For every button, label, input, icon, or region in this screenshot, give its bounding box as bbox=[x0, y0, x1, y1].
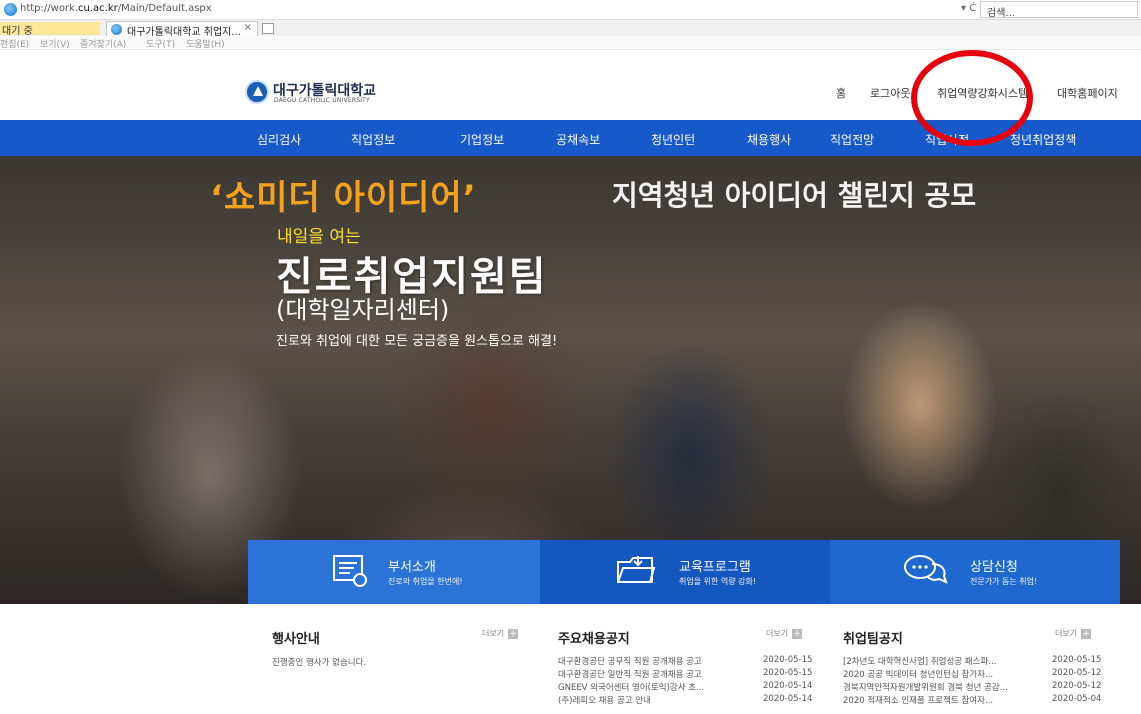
url-domain: cu.ac.kr bbox=[78, 3, 118, 14]
nav-job-outlook[interactable]: 직업전망 bbox=[830, 131, 874, 148]
quick-dept-sub: 진로와 취업을 한번에! bbox=[388, 577, 463, 586]
quick-edu-title: 교육프로그램 bbox=[679, 560, 751, 575]
menu-tools[interactable]: 도구(T) bbox=[146, 37, 175, 50]
quick-edu-program[interactable]: 교육프로그램 취업을 위한 역량 강화! bbox=[540, 540, 830, 604]
events-more-button[interactable]: 더보기 + bbox=[482, 628, 519, 639]
chat-icon bbox=[904, 555, 948, 584]
quick-dept-title: 부서소개 bbox=[388, 560, 436, 575]
plus-icon: + bbox=[792, 628, 803, 639]
browser-icon bbox=[4, 3, 17, 16]
browser-search-input[interactable]: 검색... bbox=[980, 1, 1138, 19]
quick-counsel-sub: 전문가가 돕는 취업! bbox=[970, 577, 1038, 586]
tab-active[interactable]: 대구가톨릭대학교 취업지... × bbox=[106, 21, 258, 38]
nav-youth-intern[interactable]: 청년인턴 bbox=[651, 131, 695, 148]
jobs-more-button[interactable]: 더보기 + bbox=[766, 628, 803, 639]
employment-system-link[interactable]: 취업역량강화시스템 bbox=[937, 85, 1028, 101]
notices-row[interactable]: [2차년도 대학혁신사업] 취업성공 패스파... bbox=[843, 655, 996, 667]
university-homepage-link[interactable]: 대학홈페이지 bbox=[1057, 85, 1118, 101]
menu-view[interactable]: 보기(V) bbox=[40, 37, 70, 50]
nav-job-info[interactable]: 직업정보 bbox=[351, 131, 395, 148]
notices-row-date: 2020-05-15 bbox=[1052, 655, 1102, 665]
notices-row-date: 2020-05-12 bbox=[1052, 681, 1102, 691]
logout-link[interactable]: 로그아웃 bbox=[870, 85, 910, 101]
tab-strip: 대기 중 대구가톨릭대학교 취업지... × bbox=[0, 20, 1141, 38]
quick-edu-sub: 취업을 위한 역량 강화! bbox=[679, 577, 757, 586]
plus-icon: + bbox=[1081, 628, 1092, 639]
tab-loading[interactable]: 대기 중 bbox=[0, 22, 100, 37]
plus-icon: + bbox=[508, 628, 519, 639]
hero-subtitle: (대학일자리센터) bbox=[276, 296, 450, 324]
notices-more-label: 더보기 bbox=[1055, 629, 1078, 638]
notices-row[interactable]: 2020 공공 빅데이터 청년인턴십 참가자... bbox=[843, 668, 993, 680]
hero-photo bbox=[0, 156, 1141, 604]
quick-counseling[interactable]: 상담신청 전문가가 돕는 취업! bbox=[830, 540, 1120, 604]
url-suffix: /Main/Default.aspx bbox=[117, 3, 212, 14]
quick-dept-intro[interactable]: 부서소개 진로와 취업을 한번에! bbox=[248, 540, 540, 604]
document-icon bbox=[333, 555, 367, 587]
jobs-row[interactable]: (주)레피오 채용 공고 안내 bbox=[558, 694, 651, 706]
jobs-more-label: 더보기 bbox=[766, 629, 789, 638]
refresh-icon[interactable]: ▾ Ċ bbox=[961, 3, 976, 14]
notices-row[interactable]: 2020 적재적소 인재풀 프로젝트 참여자... bbox=[843, 694, 993, 706]
notices-row[interactable]: 경북지역인적자원개발위원회 경북 청년 공감... bbox=[843, 681, 1008, 693]
jobs-row-date: 2020-05-14 bbox=[763, 681, 813, 691]
folder-icon bbox=[617, 556, 656, 583]
emblem-icon bbox=[245, 80, 269, 104]
new-tab-icon[interactable] bbox=[262, 23, 274, 34]
events-more-label: 더보기 bbox=[482, 629, 505, 638]
jobs-row-date: 2020-05-14 bbox=[763, 694, 813, 704]
menu-help[interactable]: 도움말(H) bbox=[186, 37, 225, 50]
logo-english: DAEGU CATHOLIC UNIVERSITY bbox=[274, 97, 370, 104]
notices-row-date: 2020-05-04 bbox=[1052, 694, 1102, 704]
jobs-row[interactable]: 대구환경공단 일반직 직원 공개채용 공고 bbox=[558, 668, 702, 680]
tab-favicon-icon bbox=[111, 24, 122, 35]
address-bar[interactable]: http://work.cu.ac.kr/Main/Default.aspx ▾… bbox=[0, 0, 1141, 20]
banner-subtitle: 지역청년 아이디어 챌린지 공모 bbox=[612, 179, 977, 212]
nav-youth-policy[interactable]: 청년취업정책 bbox=[1010, 131, 1076, 148]
events-empty-text: 진행중인 행사가 없습니다. bbox=[272, 658, 367, 668]
jobs-row-date: 2020-05-15 bbox=[763, 668, 813, 678]
events-board-title: 행사안내 bbox=[272, 632, 320, 647]
banner-quote: ‘쇼미더 아이디어’ bbox=[210, 178, 477, 218]
jobs-row[interactable]: GNEEV 외국어센터 영어(토익)강사 초... bbox=[558, 681, 704, 693]
nav-psych-test[interactable]: 심리검사 bbox=[257, 131, 301, 148]
hero-description: 진로와 취업에 대한 모든 궁금증을 원스톱으로 해결! bbox=[276, 334, 558, 349]
browser-menu-bar: 편집(E) 보기(V) 즐겨찾기(A) 도구(T) 도움말(H) bbox=[0, 36, 1141, 50]
nav-company-info[interactable]: 기업정보 bbox=[460, 131, 504, 148]
address-url[interactable]: http://work.cu.ac.kr/Main/Default.aspx bbox=[20, 3, 212, 14]
nav-recruit-news[interactable]: 공채속보 bbox=[556, 131, 600, 148]
jobs-board-title: 주요채용공지 bbox=[558, 632, 630, 647]
notices-row-date: 2020-05-12 bbox=[1052, 668, 1102, 678]
home-link[interactable]: 홈 bbox=[836, 85, 846, 101]
notices-more-button[interactable]: 더보기 + bbox=[1055, 628, 1092, 639]
jobs-row-date: 2020-05-15 bbox=[763, 655, 813, 665]
menu-edit[interactable]: 편집(E) bbox=[0, 37, 29, 50]
notices-board-title: 취업팀공지 bbox=[843, 632, 903, 647]
nav-job-dictionary[interactable]: 직업사전 bbox=[925, 131, 969, 148]
hero-banner: ‘쇼미더 아이디어’ 지역청년 아이디어 챌린지 공모 내일을 여는 진로취업지… bbox=[0, 156, 1141, 604]
menu-favorites[interactable]: 즐겨찾기(A) bbox=[80, 37, 126, 50]
main-nav: 심리검사 직업정보 기업정보 공채속보 청년인턴 채용행사 직업전망 직업사전 … bbox=[0, 120, 1141, 156]
quick-counsel-title: 상담신청 bbox=[970, 560, 1018, 575]
jobs-row[interactable]: 대구환경공단 공무직 직원 공개채용 공고 bbox=[558, 655, 702, 667]
tab-close-icon[interactable]: × bbox=[244, 22, 252, 33]
url-prefix: http://work. bbox=[20, 3, 79, 14]
nav-recruit-events[interactable]: 채용행사 bbox=[747, 131, 791, 148]
